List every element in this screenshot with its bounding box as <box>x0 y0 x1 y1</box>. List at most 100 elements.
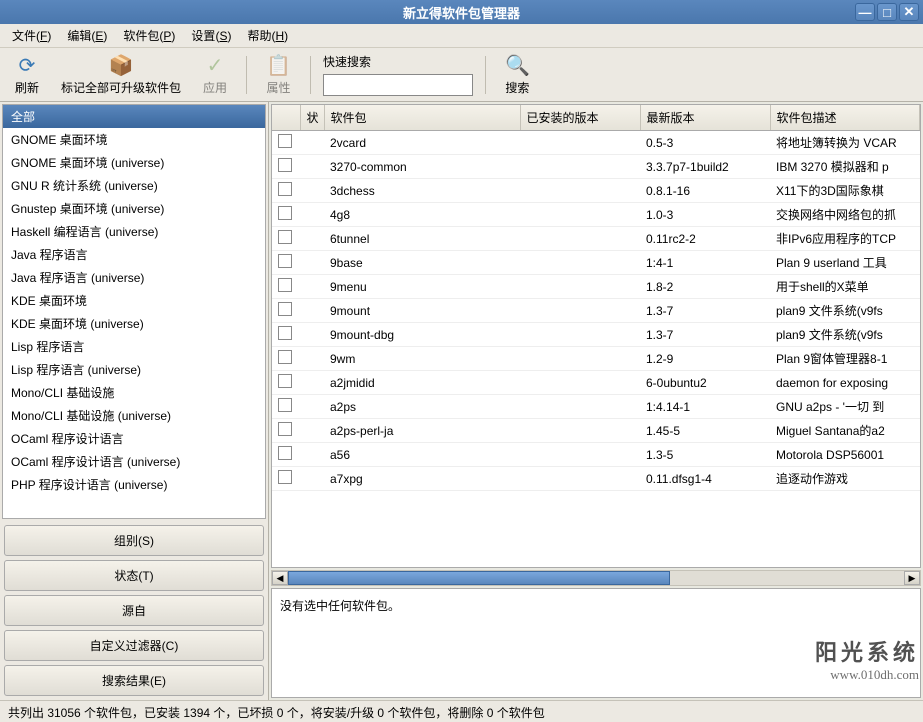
category-item[interactable]: Java 程序语言 <box>3 243 265 266</box>
filter-searchresults-button[interactable]: 搜索结果(E) <box>4 665 264 696</box>
menu-help[interactable]: 帮助(H) <box>239 23 296 48</box>
scroll-track[interactable] <box>288 571 904 585</box>
table-row[interactable]: a2ps-perl-ja1.45-5Miguel Santana的a2 <box>272 419 920 443</box>
cell-package: 6tunnel <box>324 227 520 251</box>
horizontal-scrollbar[interactable]: ◀ ▶ <box>271 570 921 586</box>
cell-package: a56 <box>324 443 520 467</box>
col-latest[interactable]: 最新版本 <box>640 105 770 131</box>
table-row[interactable]: 9mount1.3-7plan9 文件系统(v9fs <box>272 299 920 323</box>
cell-installed <box>520 299 640 323</box>
cell-status <box>300 203 324 227</box>
table-row[interactable]: 3270-common3.3.7p7-1build2IBM 3270 模拟器和 … <box>272 155 920 179</box>
scroll-right-arrow[interactable]: ▶ <box>904 571 920 585</box>
cell-status <box>300 131 324 155</box>
titlebar: 新立得软件包管理器 — □ ✕ <box>0 0 923 24</box>
col-description[interactable]: 软件包描述 <box>770 105 920 131</box>
cell-latest: 1.3-7 <box>640 299 770 323</box>
table-row[interactable]: 9menu1.8-2用于shell的X菜单 <box>272 275 920 299</box>
table-row[interactable]: a2jmidid6-0ubuntu2daemon for exposing <box>272 371 920 395</box>
scroll-left-arrow[interactable]: ◀ <box>272 571 288 585</box>
filter-origin-button[interactable]: 源自 <box>4 595 264 626</box>
menu-edit[interactable]: 编辑(E) <box>59 23 115 48</box>
category-item[interactable]: GNOME 桌面环境 (universe) <box>3 151 265 174</box>
close-button[interactable]: ✕ <box>899 3 919 21</box>
cell-description: 非IPv6应用程序的TCP <box>770 227 920 251</box>
table-row[interactable]: 6tunnel0.11rc2-2非IPv6应用程序的TCP <box>272 227 920 251</box>
cell-package: a2jmidid <box>324 371 520 395</box>
cell-status <box>300 347 324 371</box>
col-installed[interactable]: 已安装的版本 <box>520 105 640 131</box>
package-checkbox[interactable] <box>278 206 292 220</box>
filter-status-button[interactable]: 状态(T) <box>4 560 264 591</box>
package-checkbox[interactable] <box>278 278 292 292</box>
cell-description: plan9 文件系统(v9fs <box>770 299 920 323</box>
main-area: 全部GNOME 桌面环境GNOME 桌面环境 (universe)GNU R 统… <box>0 102 923 700</box>
category-list[interactable]: 全部GNOME 桌面环境GNOME 桌面环境 (universe)GNU R 统… <box>2 104 266 519</box>
mark-upgrades-button[interactable]: 📦 标记全部可升级软件包 <box>54 50 188 99</box>
table-row[interactable]: 2vcard0.5-3将地址簿转换为 VCAR <box>272 131 920 155</box>
col-package[interactable]: 软件包 <box>324 105 520 131</box>
properties-button[interactable]: 📋 属性 <box>259 50 298 99</box>
col-status[interactable]: 状 <box>300 105 324 131</box>
apply-button[interactable]: ✓ 应用 <box>196 50 234 99</box>
category-item[interactable]: Mono/CLI 基础设施 <box>3 381 265 404</box>
category-item[interactable]: 全部 <box>3 105 265 128</box>
table-row[interactable]: a561.3-5Motorola DSP56001 <box>272 443 920 467</box>
toolbar-separator <box>485 56 486 94</box>
package-checkbox[interactable] <box>278 326 292 340</box>
cell-installed <box>520 395 640 419</box>
category-item[interactable]: Lisp 程序语言 <box>3 335 265 358</box>
table-row[interactable]: 9mount-dbg1.3-7plan9 文件系统(v9fs <box>272 323 920 347</box>
menu-file[interactable]: 文件(F) <box>4 23 59 48</box>
category-item[interactable]: KDE 桌面环境 <box>3 289 265 312</box>
table-row[interactable]: 3dchess0.8.1-16X11下的3D国际象棋 <box>272 179 920 203</box>
col-checkbox[interactable] <box>272 105 300 131</box>
filter-custom-button[interactable]: 自定义过滤器(C) <box>4 630 264 661</box>
quick-search-input[interactable] <box>323 74 473 96</box>
package-checkbox[interactable] <box>278 398 292 412</box>
maximize-button[interactable]: □ <box>877 3 897 21</box>
scroll-thumb[interactable] <box>288 571 670 585</box>
category-item[interactable]: Lisp 程序语言 (universe) <box>3 358 265 381</box>
table-row[interactable]: 4g81.0-3交换网络中网络包的抓 <box>272 203 920 227</box>
cell-latest: 0.5-3 <box>640 131 770 155</box>
package-checkbox[interactable] <box>278 254 292 268</box>
minimize-button[interactable]: — <box>855 3 875 21</box>
category-item[interactable]: GNU R 统计系统 (universe) <box>3 174 265 197</box>
menu-package[interactable]: 软件包(P) <box>115 23 183 48</box>
package-checkbox[interactable] <box>278 302 292 316</box>
menu-settings[interactable]: 设置(S) <box>183 23 239 48</box>
category-item[interactable]: OCaml 程序设计语言 (universe) <box>3 450 265 473</box>
cell-status <box>300 155 324 179</box>
package-checkbox[interactable] <box>278 230 292 244</box>
package-checkbox[interactable] <box>278 158 292 172</box>
package-checkbox[interactable] <box>278 470 292 484</box>
package-checkbox[interactable] <box>278 182 292 196</box>
category-item[interactable]: Java 程序语言 (universe) <box>3 266 265 289</box>
category-item[interactable]: GNOME 桌面环境 <box>3 128 265 151</box>
category-item[interactable]: KDE 桌面环境 (universe) <box>3 312 265 335</box>
table-row[interactable]: a2ps1:4.14-1GNU a2ps - '一切 到 <box>272 395 920 419</box>
table-row[interactable]: a7xpg0.11.dfsg1-4追逐动作游戏 <box>272 467 920 491</box>
package-checkbox[interactable] <box>278 422 292 436</box>
package-checkbox[interactable] <box>278 374 292 388</box>
table-row[interactable]: 9wm1.2-9Plan 9窗体管理器8-1 <box>272 347 920 371</box>
package-checkbox[interactable] <box>278 446 292 460</box>
category-item[interactable]: OCaml 程序设计语言 <box>3 427 265 450</box>
reload-button[interactable]: ⟳ 刷新 <box>8 50 46 99</box>
cell-installed <box>520 179 640 203</box>
search-button[interactable]: 🔍 搜索 <box>498 50 537 99</box>
cell-latest: 1.8-2 <box>640 275 770 299</box>
category-item[interactable]: Mono/CLI 基础设施 (universe) <box>3 404 265 427</box>
table-row[interactable]: 9base1:4-1Plan 9 userland 工具 <box>272 251 920 275</box>
category-item[interactable]: Haskell 编程语言 (universe) <box>3 220 265 243</box>
package-checkbox[interactable] <box>278 134 292 148</box>
cell-latest: 0.11.dfsg1-4 <box>640 467 770 491</box>
cell-latest: 1.3-5 <box>640 443 770 467</box>
category-item[interactable]: PHP 程序设计语言 (universe) <box>3 473 265 496</box>
cell-description: 将地址簿转换为 VCAR <box>770 131 920 155</box>
package-checkbox[interactable] <box>278 350 292 364</box>
category-item[interactable]: Gnustep 桌面环境 (universe) <box>3 197 265 220</box>
cell-latest: 6-0ubuntu2 <box>640 371 770 395</box>
filter-sections-button[interactable]: 组别(S) <box>4 525 264 556</box>
